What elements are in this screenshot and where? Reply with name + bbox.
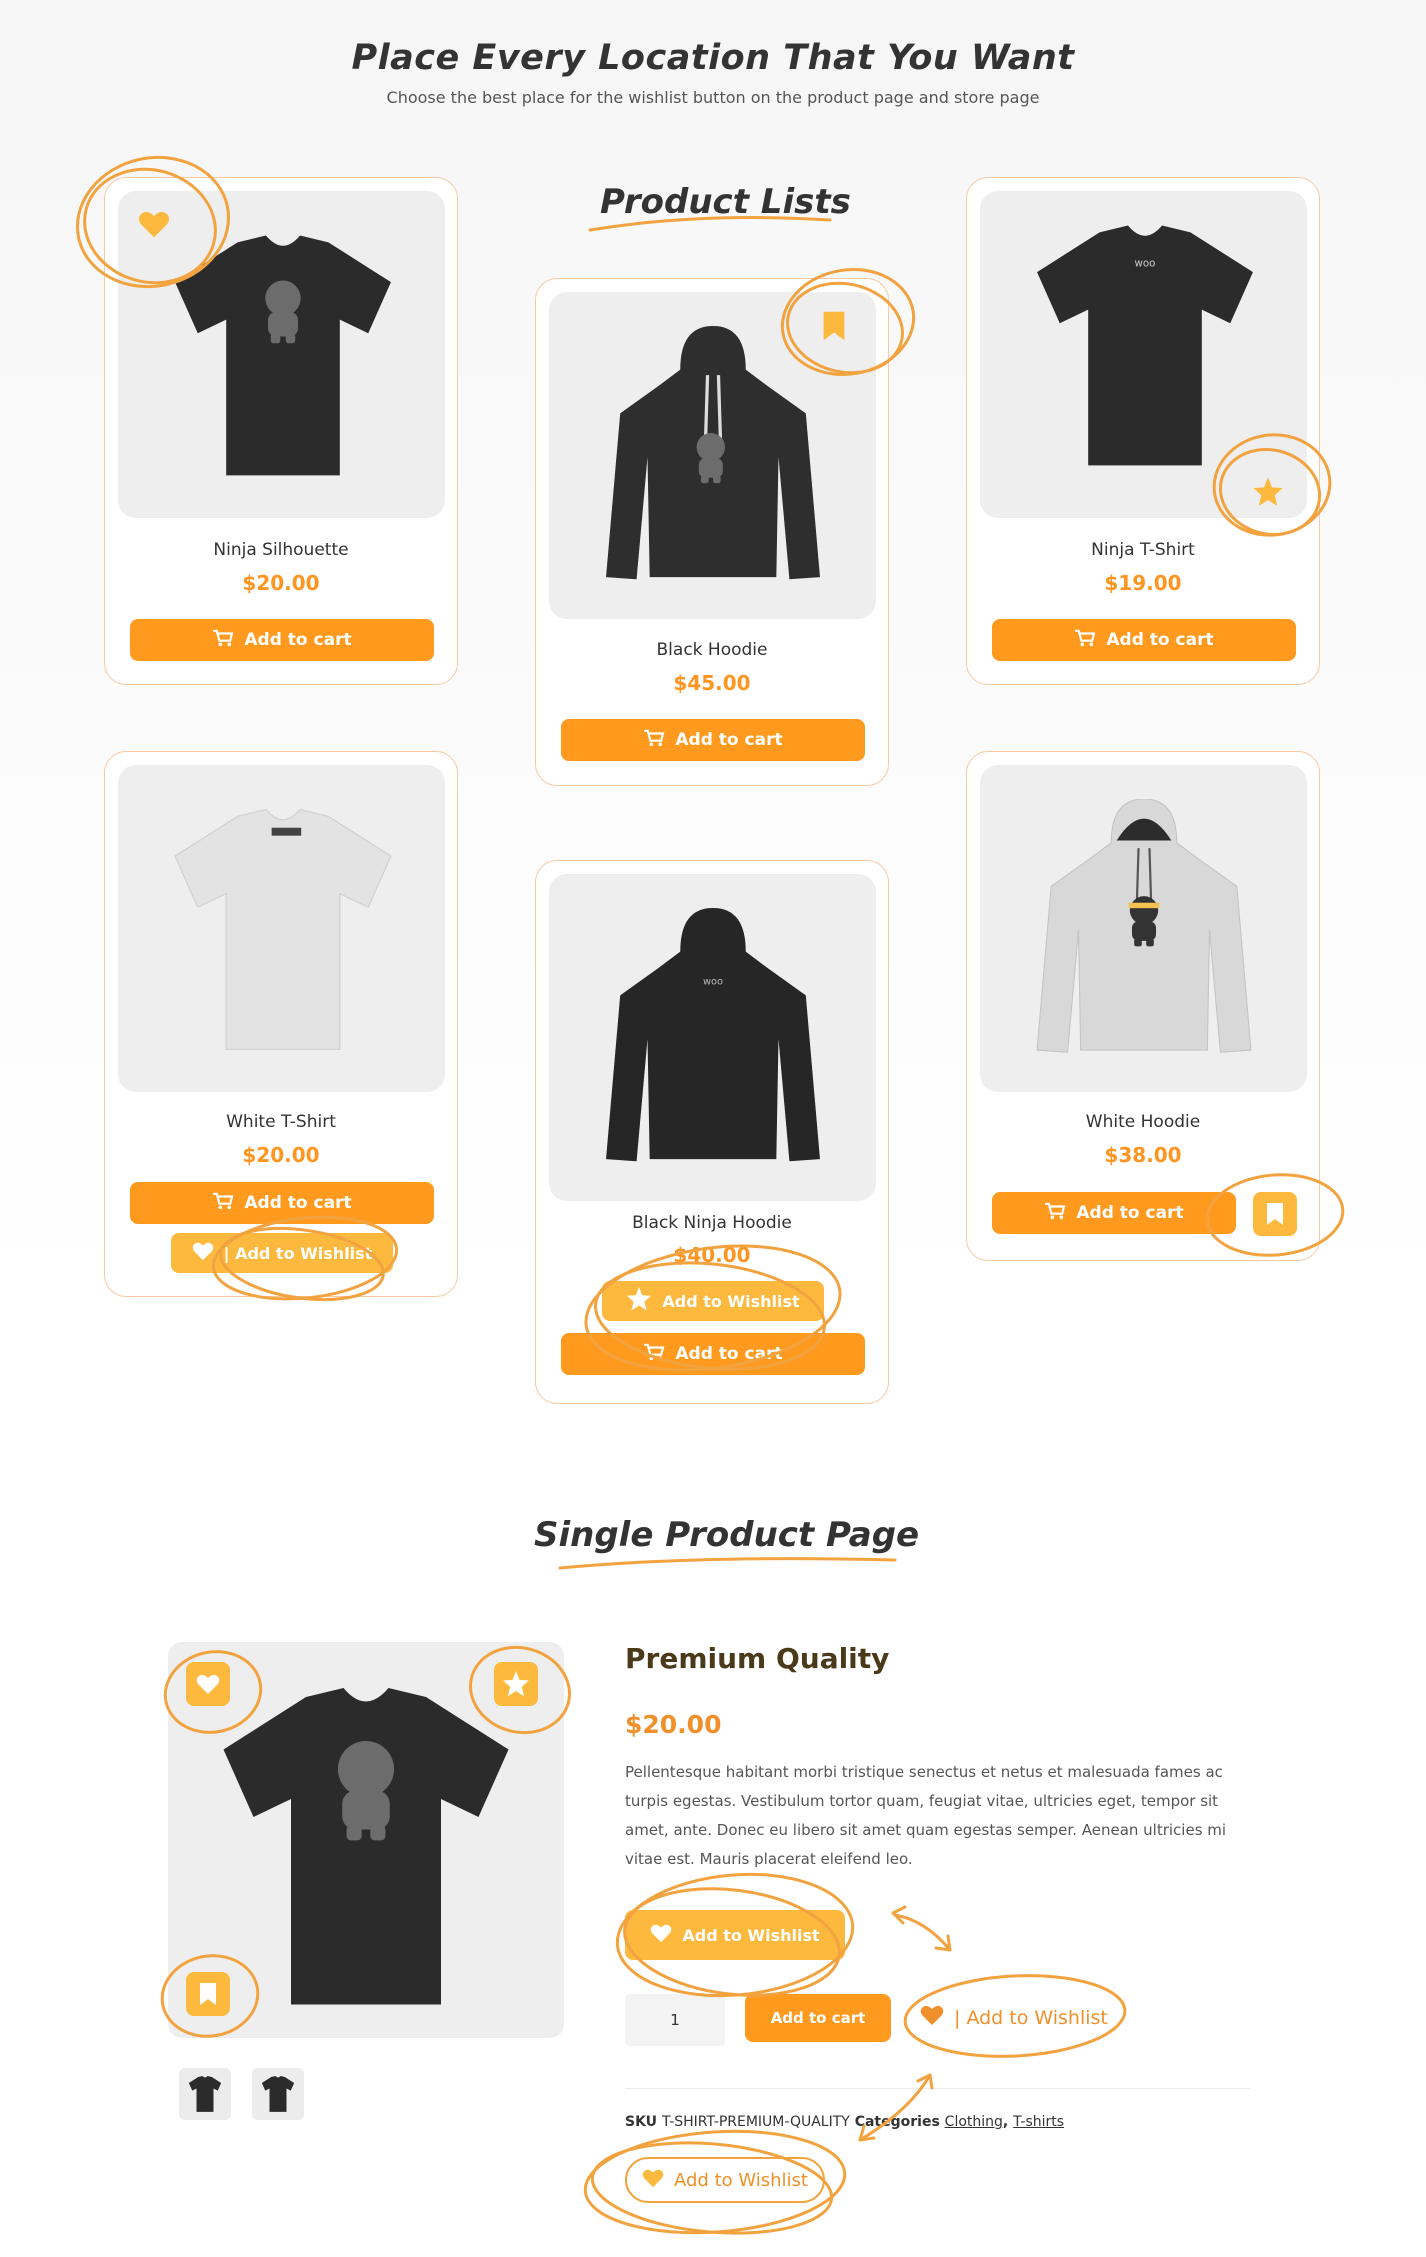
add-to-wishlist-button[interactable]: | Add to Wishlist [171, 1233, 393, 1273]
product-card-ninja-tshirt[interactable]: woo Ninja T-Shirt $19.00 Add to cart [966, 177, 1320, 685]
sku-value: T-SHIRT-PREMIUM-QUALITY [661, 2114, 850, 2130]
cart-label: Add to cart [244, 630, 352, 650]
page-title: Place Every Location That You Want [351, 38, 1075, 78]
product-image[interactable] [549, 292, 876, 619]
wishlist-label: Add to Wishlist [662, 1291, 800, 1311]
quantity-input[interactable]: 1 [625, 1994, 725, 2046]
add-to-wishlist-outline-button[interactable]: Add to Wishlist [625, 2157, 825, 2203]
bookmark-icon[interactable] [186, 1972, 230, 2016]
single-product-description: Pellentesque habitant morbi tristique se… [625, 1763, 1227, 1868]
categories-label: Categories [854, 2114, 940, 2130]
heart-icon[interactable] [138, 209, 170, 243]
heart-icon [642, 2168, 664, 2193]
page-subtitle: Choose the best place for the wishlist b… [386, 88, 1040, 107]
product-thumbnail[interactable] [179, 2068, 231, 2120]
section-title-single-product: Single Product Page [534, 1515, 920, 1555]
product-price: $20.00 [242, 1143, 320, 1167]
product-image[interactable] [118, 765, 445, 1092]
cart-label: Add to cart [675, 1344, 783, 1364]
add-to-cart-button[interactable]: Add to cart [745, 1994, 891, 2042]
heart-icon [192, 1241, 214, 1265]
tshirt-image [168, 805, 398, 1055]
add-to-wishlist-button[interactable]: Add to Wishlist [602, 1281, 824, 1321]
product-price: $38.00 [1104, 1143, 1182, 1167]
heart-icon [650, 1923, 672, 1947]
product-name[interactable]: Ninja T-Shirt [967, 540, 1319, 560]
add-to-cart-button[interactable]: Add to cart [561, 1333, 865, 1375]
add-to-cart-button[interactable]: Add to cart [992, 1192, 1236, 1234]
bookmark-icon[interactable] [821, 310, 847, 346]
product-price: $20.00 [242, 571, 320, 595]
product-card-ninja-silhouette[interactable]: Ninja Silhouette $20.00 Add to cart [104, 177, 458, 685]
section-title-product-lists: Product Lists [600, 182, 851, 222]
sku-label: SKU [625, 2114, 658, 2130]
wishlist-label: | Add to Wishlist [954, 2006, 1108, 2029]
product-card-white-hoodie[interactable]: White Hoodie $38.00 Add to cart [966, 751, 1320, 1261]
svg-text:woo: woo [1135, 258, 1156, 269]
wishlist-label: Add to Wishlist [674, 2169, 808, 2191]
heart-icon[interactable] [186, 1662, 230, 1706]
wishlist-label: Add to Wishlist [682, 1925, 820, 1945]
product-image[interactable] [980, 765, 1307, 1092]
add-to-cart-button[interactable]: Add to cart [992, 619, 1296, 661]
cart-icon [1044, 1202, 1066, 1225]
add-to-wishlist-link[interactable]: | Add to Wishlist [920, 2004, 1108, 2031]
category-link-clothing[interactable]: Clothing [945, 2114, 1003, 2130]
cart-label: Add to cart [675, 730, 783, 750]
single-product-image[interactable] [168, 1642, 564, 2038]
add-to-cart-button[interactable]: Add to cart [561, 719, 865, 761]
underline-single-product [558, 1557, 897, 1570]
add-to-cart-button[interactable]: Add to cart [130, 619, 434, 661]
star-icon[interactable] [494, 1662, 538, 1706]
wishlist-label: | Add to Wishlist [223, 1243, 373, 1263]
star-icon [626, 1286, 652, 1316]
cart-label: Add to cart [1076, 1203, 1184, 1223]
product-name[interactable]: Ninja Silhouette [105, 540, 457, 560]
add-to-cart-button[interactable]: Add to cart [130, 1182, 434, 1224]
product-image[interactable] [118, 191, 445, 518]
product-name[interactable]: Black Hoodie [536, 640, 888, 660]
category-link-tshirts[interactable]: T-shirts [1013, 2114, 1064, 2130]
cart-icon [212, 1192, 234, 1215]
cart-label: Add to cart [1106, 630, 1214, 650]
product-price: $45.00 [673, 671, 751, 695]
product-image[interactable]: woo [549, 874, 876, 1201]
divider [625, 2088, 1250, 2089]
product-name[interactable]: White Hoodie [967, 1112, 1319, 1132]
product-name[interactable]: White T-Shirt [105, 1112, 457, 1132]
product-price: $19.00 [1104, 571, 1182, 595]
cart-icon [643, 729, 665, 752]
product-image[interactable]: woo [980, 191, 1307, 518]
hoodie-image: woo [603, 908, 823, 1170]
add-to-wishlist-button[interactable]: Add to Wishlist [625, 1910, 845, 1960]
cart-icon [212, 629, 234, 652]
cart-icon [1074, 629, 1096, 652]
hoodie-image [603, 326, 823, 588]
product-meta: SKU T-SHIRT-PREMIUM-QUALITY Categories C… [625, 2114, 1065, 2130]
single-product-title: Premium Quality [625, 1642, 890, 1675]
tshirt-image: woo [1030, 221, 1260, 471]
product-card-black-hoodie[interactable]: Black Hoodie $45.00 Add to cart [535, 278, 889, 786]
star-icon[interactable] [1252, 476, 1284, 512]
product-thumbnail[interactable] [252, 2068, 304, 2120]
cart-icon [643, 1343, 665, 1366]
product-card-black-ninja-hoodie[interactable]: woo Black Ninja Hoodie $40.00 Add to Wis… [535, 860, 889, 1404]
svg-text:woo: woo [703, 976, 723, 987]
product-card-white-tshirt[interactable]: White T-Shirt $20.00 Add to cart | Add t… [104, 751, 458, 1297]
heart-icon [920, 2004, 944, 2031]
tshirt-image [168, 231, 398, 481]
product-name[interactable]: Black Ninja Hoodie [536, 1213, 888, 1233]
hoodie-image [1034, 799, 1254, 1061]
single-product-price: $20.00 [625, 1710, 722, 1739]
bookmark-icon[interactable] [1253, 1192, 1297, 1236]
tshirt-image [216, 1682, 516, 2012]
cart-label: Add to cart [244, 1193, 352, 1213]
product-price: $40.00 [673, 1243, 751, 1267]
